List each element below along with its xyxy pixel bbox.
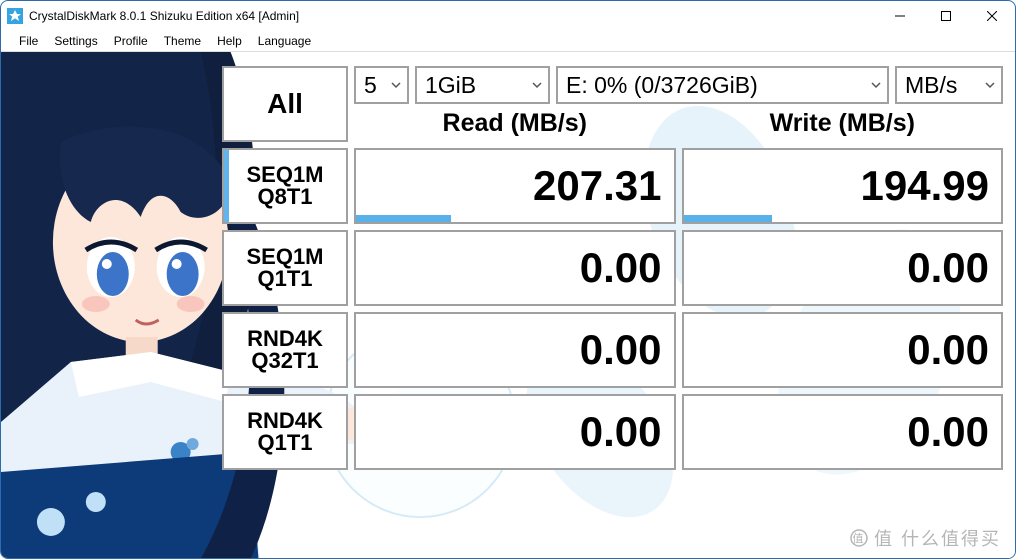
chevron-down-icon [871,80,881,90]
test-count-select[interactable]: 5 [354,66,409,104]
app-icon [7,8,23,24]
drive-select[interactable]: E: 0% (0/3726GiB) [556,66,889,104]
read-value: 0.00 [580,326,662,374]
menu-bar: File Settings Profile Theme Help Languag… [1,31,1015,51]
read-header: Read (MB/s) [354,104,676,142]
progress-bar [684,215,773,222]
write-cell: 0.00 [682,394,1004,470]
unit-select[interactable]: MB/s [895,66,1003,104]
read-cell: 0.00 [354,230,676,306]
menu-profile[interactable]: Profile [106,32,156,50]
read-value: 207.31 [533,162,661,210]
close-button[interactable] [969,1,1015,31]
svg-text:值: 值 [852,532,865,545]
all-button[interactable]: All [222,66,348,142]
minimize-button[interactable] [877,1,923,31]
row-button-rnd4k-q32t1[interactable]: RND4K Q32T1 [222,312,348,388]
write-value: 0.00 [907,244,989,292]
window-title: CrystalDiskMark 8.0.1 Shizuku Edition x6… [29,9,299,23]
body: All 5 1GiB E: 0% (0/3726GiB) [1,52,1015,559]
read-cell: 207.31 [354,148,676,224]
test-count-value: 5 [364,72,377,99]
write-value: 0.00 [907,408,989,456]
drive-value: E: 0% (0/3726GiB) [566,72,758,99]
menu-help[interactable]: Help [209,32,250,50]
watermark-text: 值 什么值得买 [874,525,1001,551]
title-bar: CrystalDiskMark 8.0.1 Shizuku Edition x6… [1,1,1015,31]
row-label-line1: RND4K [247,410,323,432]
app-window: CrystalDiskMark 8.0.1 Shizuku Edition x6… [0,0,1016,559]
watermark-icon: 值 [850,529,868,547]
chevron-down-icon [391,80,401,90]
progress-bar [356,215,451,222]
accent-bar [224,150,229,222]
result-row-seq1m-q8t1: SEQ1M Q8T1 207.31 194.99 [222,148,1003,224]
menu-file[interactable]: File [11,32,46,50]
row-label-line2: Q1T1 [257,268,312,290]
test-size-value: 1GiB [425,72,476,99]
row-label-line1: RND4K [247,328,323,350]
write-cell: 0.00 [682,230,1004,306]
row-label-line2: Q32T1 [251,350,318,372]
menu-theme[interactable]: Theme [156,32,209,50]
row-label-line1: SEQ1M [246,246,323,268]
row-button-seq1m-q8t1[interactable]: SEQ1M Q8T1 [222,148,348,224]
read-cell: 0.00 [354,394,676,470]
watermark: 值 值 什么值得买 [850,525,1001,551]
row-button-seq1m-q1t1[interactable]: SEQ1M Q1T1 [222,230,348,306]
row-label-line2: Q1T1 [257,432,312,454]
read-cell: 0.00 [354,312,676,388]
menu-language[interactable]: Language [250,32,319,50]
benchmark-panel: All 5 1GiB E: 0% (0/3726GiB) [222,66,1003,470]
result-row-rnd4k-q1t1: RND4K Q1T1 0.00 0.00 [222,394,1003,470]
write-cell: 0.00 [682,312,1004,388]
menu-settings[interactable]: Settings [46,32,105,50]
read-value: 0.00 [580,244,662,292]
write-cell: 194.99 [682,148,1004,224]
result-row-seq1m-q1t1: SEQ1M Q1T1 0.00 0.00 [222,230,1003,306]
write-header: Write (MB/s) [682,104,1004,142]
read-value: 0.00 [580,408,662,456]
maximize-button[interactable] [923,1,969,31]
unit-value: MB/s [905,72,957,99]
result-row-rnd4k-q32t1: RND4K Q32T1 0.00 0.00 [222,312,1003,388]
row-label-line1: SEQ1M [246,164,323,186]
chevron-down-icon [532,80,542,90]
row-label-line2: Q8T1 [257,186,312,208]
all-button-label: All [267,88,303,120]
write-value: 0.00 [907,326,989,374]
chevron-down-icon [985,80,995,90]
row-button-rnd4k-q1t1[interactable]: RND4K Q1T1 [222,394,348,470]
write-value: 194.99 [861,162,989,210]
test-size-select[interactable]: 1GiB [415,66,550,104]
